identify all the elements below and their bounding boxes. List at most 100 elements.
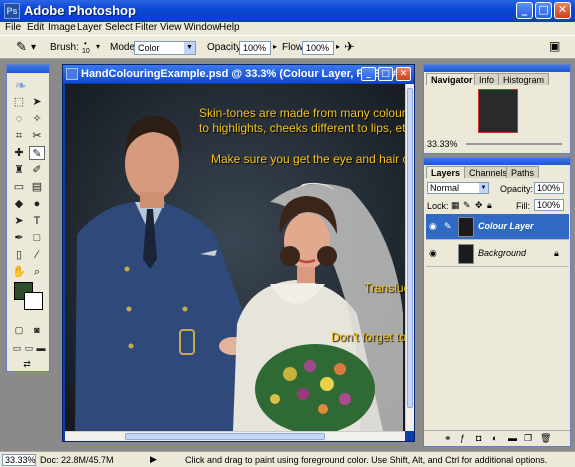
tool-preset-arrow-icon[interactable]: ▾ — [31, 42, 36, 53]
lock-pixels-icon[interactable]: ✎ — [463, 200, 471, 211]
layer-style-icon[interactable]: ƒ — [460, 433, 465, 443]
image-canvas[interactable]: Skin-tones are made from many colours - … — [65, 84, 405, 431]
menu-file[interactable]: File — [5, 22, 21, 34]
brush-dot-icon: • — [84, 39, 87, 48]
vertical-scroll-thumb[interactable] — [407, 88, 413, 408]
status-zoom-input[interactable]: 33.33% — [2, 454, 36, 466]
menu-image[interactable]: Image — [48, 22, 76, 34]
chevron-down-icon: ▼ — [184, 42, 195, 54]
lasso-tool-icon[interactable]: ◌ — [11, 112, 27, 126]
lock-position-icon[interactable]: ✥ — [475, 200, 483, 211]
brush-label: Brush: — [50, 42, 79, 53]
brush-picker-arrow-icon[interactable]: ▾ — [96, 42, 100, 51]
flow-input[interactable]: 100% — [302, 41, 334, 55]
fill-input[interactable]: 100% — [534, 199, 564, 211]
zoom-tool-icon[interactable]: ⌕ — [29, 265, 45, 279]
eyedropper-icon[interactable]: ⁄ — [29, 248, 45, 262]
layer-opacity-input[interactable]: 100% — [534, 182, 564, 194]
opacity-arrow-icon[interactable]: ▸ — [273, 42, 277, 51]
horizontal-scroll-thumb[interactable] — [125, 433, 325, 440]
link-layers-icon[interactable]: ⚭ — [444, 433, 452, 444]
standard-mode-icon[interactable]: ▢ — [11, 323, 27, 337]
tab-channels[interactable]: Channels — [464, 166, 513, 178]
marquee-tool-icon[interactable]: ⬚ — [11, 95, 27, 109]
tab-paths[interactable]: Paths — [506, 166, 540, 178]
menu-bar: File Edit Image Layer Select Filter View… — [0, 22, 575, 35]
visibility-eye-icon[interactable]: ◉ — [429, 248, 439, 258]
menu-edit[interactable]: Edit — [27, 22, 44, 34]
toolbox: ❧ ⬚ ➤ ◌ ✧ ⌗ ✂ ✚ ✎ ♜ ✐ ▭ ▤ ◆ ● ➤ T ✒ □ ▯ … — [6, 64, 50, 372]
horizontal-scrollbar[interactable] — [65, 431, 405, 441]
slice-tool-icon[interactable]: ✂ — [29, 129, 45, 143]
type-tool-icon[interactable]: T — [29, 214, 45, 228]
brush-link-icon[interactable]: ✎ — [444, 221, 452, 232]
clone-stamp-icon[interactable]: ♜ — [11, 163, 27, 177]
tab-navigator[interactable]: Navigator — [426, 73, 478, 85]
magic-wand-icon[interactable]: ✧ — [29, 112, 45, 126]
brush-tool-icon[interactable]: ✎ — [16, 39, 27, 55]
eraser-tool-icon[interactable]: ▭ — [11, 180, 27, 194]
lock-all-icon[interactable]: 🔒︎ — [487, 200, 492, 211]
new-layer-icon[interactable]: ❐ — [524, 433, 532, 444]
annotation-translucent: Translucent materials can be tricky — [364, 281, 405, 295]
document-icon — [66, 68, 78, 80]
status-menu-arrow-icon[interactable]: ▶ — [150, 454, 157, 465]
navigator-thumbnail[interactable] — [478, 89, 518, 133]
healing-brush-icon[interactable]: ✚ — [11, 146, 27, 160]
layer-row-background[interactable]: ◉ Background 🔒︎ — [426, 241, 569, 267]
shape-tool-icon[interactable]: □ — [29, 231, 45, 245]
doc-close-button[interactable]: ✕ — [396, 67, 411, 81]
brush-tool-icon[interactable]: ✎ — [29, 146, 45, 160]
blend-mode-value: Normal — [430, 183, 460, 193]
tab-layers[interactable]: Layers — [426, 166, 466, 178]
layer-mask-icon[interactable]: ◘ — [476, 433, 481, 443]
notes-tool-icon[interactable]: ▯ — [11, 248, 27, 262]
tab-histogram[interactable]: Histogram — [498, 73, 550, 85]
crop-tool-icon[interactable]: ⌗ — [11, 129, 27, 143]
doc-minimize-button[interactable]: _ — [361, 67, 376, 81]
airbrush-icon[interactable]: ✈ — [344, 39, 355, 55]
menu-filter[interactable]: Filter — [135, 22, 157, 34]
opacity-input[interactable]: 100% — [239, 41, 271, 55]
background-color-swatch[interactable] — [24, 292, 43, 310]
annotation-highlights: to highlights, cheeks different to lips,… — [199, 121, 405, 135]
move-tool-icon[interactable]: ➤ — [29, 95, 45, 109]
flow-arrow-icon[interactable]: ▸ — [336, 42, 340, 51]
jump-to-imageready-icon[interactable]: ⇄ — [19, 357, 35, 371]
adjustment-layer-icon[interactable]: ◐ — [492, 433, 497, 443]
menu-layer[interactable]: Layer — [77, 22, 102, 34]
pen-tool-icon[interactable]: ✒ — [11, 231, 27, 245]
delete-layer-icon[interactable]: 🗑︎ — [540, 433, 551, 444]
annotation-whites: Don't forget to make the whites whiter! — [331, 330, 405, 344]
document-titlebar[interactable]: HandColouringExample.psd @ 33.3% (Colour… — [63, 65, 414, 83]
visibility-eye-icon[interactable]: ◉ — [429, 221, 439, 231]
menu-select[interactable]: Select — [105, 22, 133, 34]
quick-mask-icon[interactable]: ◙ — [29, 323, 45, 337]
layer-thumbnail — [458, 217, 474, 237]
doc-maximize-button[interactable]: □ — [378, 67, 393, 81]
layer-row-colour[interactable]: ◉ ✎ Colour Layer — [426, 214, 569, 240]
palette-well-icon[interactable]: ▣ — [549, 39, 560, 53]
gradient-tool-icon[interactable]: ▤ — [29, 180, 45, 194]
status-bar: 33.33% Doc: 22.8M/45.7M ▶ Click and drag… — [0, 451, 575, 467]
dodge-tool-icon[interactable]: ● — [29, 197, 45, 211]
new-group-icon[interactable]: ▬ — [508, 433, 517, 443]
menu-help[interactable]: Help — [219, 22, 240, 34]
blur-tool-icon[interactable]: ◆ — [11, 197, 27, 211]
menu-view[interactable]: View — [160, 22, 182, 34]
screen-mode-full-icon[interactable]: ▬ — [33, 341, 49, 355]
maximize-button[interactable]: □ — [535, 2, 552, 19]
vertical-scrollbar[interactable] — [405, 84, 414, 431]
path-select-icon[interactable]: ➤ — [11, 214, 27, 228]
app-titlebar: Ps Adobe Photoshop _ □ ✕ — [0, 0, 575, 22]
navigator-zoom-slider[interactable] — [466, 143, 562, 145]
history-brush-icon[interactable]: ✐ — [29, 163, 45, 177]
tab-info[interactable]: Info — [474, 73, 500, 85]
menu-window[interactable]: Window — [184, 22, 220, 34]
blend-mode-select[interactable]: Normal ▼ — [427, 182, 489, 194]
mode-select[interactable]: Color ▼ — [134, 41, 196, 55]
minimize-button[interactable]: _ — [516, 2, 533, 19]
lock-transparency-icon[interactable]: ▦ — [451, 200, 460, 211]
hand-tool-icon[interactable]: ✋ — [11, 265, 27, 279]
close-button[interactable]: ✕ — [554, 2, 571, 19]
